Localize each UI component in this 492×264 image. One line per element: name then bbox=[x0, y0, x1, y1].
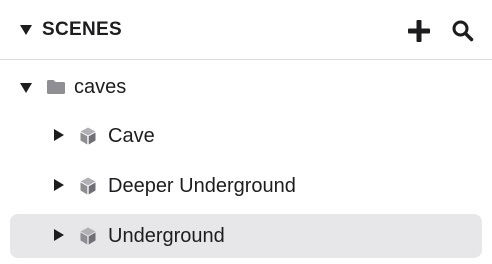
panel-header: SCENES bbox=[0, 0, 492, 60]
tree-item-underground[interactable]: Underground bbox=[10, 214, 482, 258]
tree-item-label: Cave bbox=[108, 125, 155, 147]
tree-item-cave[interactable]: Cave bbox=[10, 114, 482, 158]
folder-icon bbox=[47, 80, 65, 94]
tree-item-label: Underground bbox=[108, 225, 225, 247]
tree-item-label: Deeper Underground bbox=[108, 175, 296, 197]
disclosure-right-icon[interactable] bbox=[54, 129, 64, 141]
tree-folder-caves[interactable]: caves bbox=[10, 65, 482, 109]
scenes-panel: SCENES caves Cave Deeper Underground Und… bbox=[0, 0, 492, 264]
search-button[interactable] bbox=[450, 18, 476, 44]
panel-title: SCENES bbox=[42, 19, 122, 40]
add-scene-button[interactable] bbox=[405, 17, 433, 45]
cube-icon bbox=[80, 177, 96, 195]
tree-item-deeper-underground[interactable]: Deeper Underground bbox=[10, 164, 482, 208]
cube-icon bbox=[80, 127, 96, 145]
disclosure-down-icon[interactable] bbox=[20, 83, 32, 93]
disclosure-right-icon[interactable] bbox=[54, 229, 64, 241]
disclosure-right-icon[interactable] bbox=[54, 179, 64, 191]
cube-icon bbox=[80, 227, 96, 245]
tree-folder-label: caves bbox=[74, 76, 127, 98]
disclosure-down-icon[interactable] bbox=[20, 25, 32, 35]
plus-icon bbox=[408, 20, 430, 42]
magnifier-icon bbox=[452, 20, 474, 42]
